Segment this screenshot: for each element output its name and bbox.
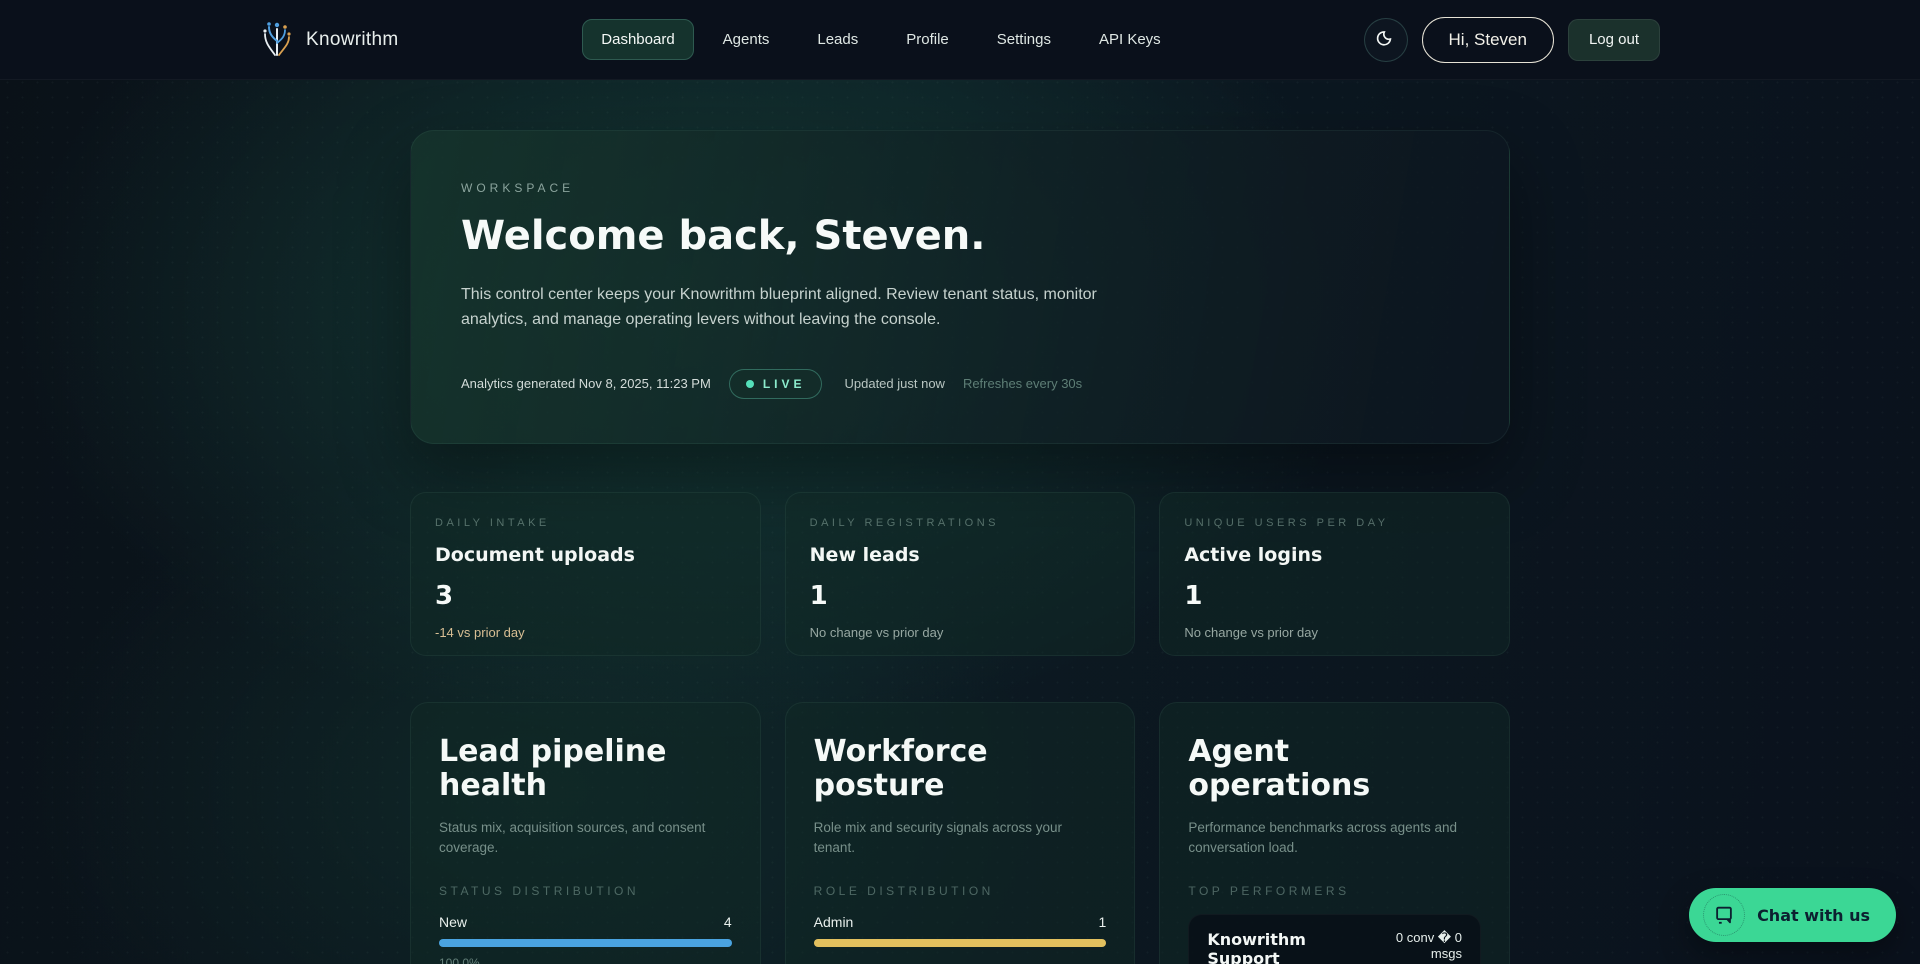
role-label: Admin xyxy=(814,914,854,930)
brand-name: Knowrithm xyxy=(306,29,398,51)
panel-title: Workforce posture xyxy=(814,735,1107,804)
stat-card-new-leads: DAILY REGISTRATIONS New leads 1 No chang… xyxy=(785,492,1136,656)
panel-title: Lead pipeline health xyxy=(439,735,732,804)
status-bar xyxy=(439,939,732,947)
nav-tab-profile[interactable]: Profile xyxy=(887,19,968,60)
moon-icon xyxy=(1375,27,1397,52)
welcome-description: This control center keeps your Knowrithm… xyxy=(461,283,1101,333)
stat-card-active-logins: UNIQUE USERS PER DAY Active logins 1 No … xyxy=(1159,492,1510,656)
nav-tab-leads[interactable]: Leads xyxy=(798,19,877,60)
role-value: 1 xyxy=(1099,914,1107,930)
stat-delta: -14 vs prior day xyxy=(435,625,736,640)
status-row: New 4 xyxy=(439,914,732,930)
performer-name: Knowrithm Support xyxy=(1207,930,1369,964)
stat-title: Active logins xyxy=(1184,544,1485,566)
stat-value: 1 xyxy=(1184,581,1485,611)
performer-stats: 0 conv � 0 msgs xyxy=(1369,930,1462,961)
chat-with-us-button[interactable]: Chat with us xyxy=(1689,888,1896,942)
nav-tab-agents[interactable]: Agents xyxy=(704,19,789,60)
status-value: 4 xyxy=(724,914,732,930)
nav-actions: Hi, Steven Log out xyxy=(1364,17,1660,63)
status-label: New xyxy=(439,914,467,930)
stat-cards-row: DAILY INTAKE Document uploads 3 -14 vs p… xyxy=(410,492,1510,656)
analytics-meta-row: Analytics generated Nov 8, 2025, 11:23 P… xyxy=(461,369,1459,399)
lead-pipeline-panel: Lead pipeline health Status mix, acquisi… xyxy=(410,702,761,964)
nav-tab-settings[interactable]: Settings xyxy=(978,19,1070,60)
workforce-posture-panel: Workforce posture Role mix and security … xyxy=(785,702,1136,964)
analytics-generated-text: Analytics generated Nov 8, 2025, 11:23 P… xyxy=(461,376,711,391)
knowrithm-logo-icon xyxy=(260,17,294,62)
stat-title: Document uploads xyxy=(435,544,736,566)
top-nav: Knowrithm Dashboard Agents Leads Profile… xyxy=(0,0,1920,80)
refresh-text: Refreshes every 30s xyxy=(963,376,1082,391)
stat-card-document-uploads: DAILY INTAKE Document uploads 3 -14 vs p… xyxy=(410,492,761,656)
stat-eyebrow: DAILY INTAKE xyxy=(435,517,736,529)
stat-value: 1 xyxy=(810,581,1111,611)
stat-title: New leads xyxy=(810,544,1111,566)
agent-operations-panel: Agent operations Performance benchmarks … xyxy=(1159,702,1510,964)
stat-eyebrow: DAILY REGISTRATIONS xyxy=(810,517,1111,529)
chat-label: Chat with us xyxy=(1757,906,1870,925)
live-status-badge: LIVE xyxy=(729,369,823,399)
role-distribution-heading: ROLE DISTRIBUTION xyxy=(814,884,1107,898)
stat-value: 3 xyxy=(435,581,736,611)
panel-title: Agent operations xyxy=(1188,735,1481,804)
panel-subtitle: Role mix and security signals across you… xyxy=(814,818,1107,859)
workspace-eyebrow: WORKSPACE xyxy=(461,181,1459,195)
chat-icon xyxy=(1703,894,1745,936)
page-title: Welcome back, Steven. xyxy=(461,213,1459,259)
brand: Knowrithm xyxy=(260,17,398,62)
panel-subtitle: Performance benchmarks across agents and… xyxy=(1188,818,1481,859)
role-row: Admin 1 xyxy=(814,914,1107,930)
stat-delta: No change vs prior day xyxy=(1184,625,1485,640)
nav-tab-api-keys[interactable]: API Keys xyxy=(1080,19,1180,60)
live-label: LIVE xyxy=(763,377,806,391)
top-performers-heading: TOP PERFORMERS xyxy=(1188,884,1481,898)
user-greeting-button[interactable]: Hi, Steven xyxy=(1422,17,1554,63)
stat-delta: No change vs prior day xyxy=(810,625,1111,640)
performer-card: Knowrithm Support Active 0 conv � 0 msgs… xyxy=(1188,914,1481,964)
logout-button[interactable]: Log out xyxy=(1568,19,1660,61)
stat-eyebrow: UNIQUE USERS PER DAY xyxy=(1184,517,1485,529)
role-bar xyxy=(814,939,1107,947)
nav-tabs: Dashboard Agents Leads Profile Settings … xyxy=(398,19,1363,60)
nav-tab-dashboard[interactable]: Dashboard xyxy=(582,19,693,60)
theme-toggle-button[interactable] xyxy=(1364,18,1408,62)
live-dot-icon xyxy=(746,380,754,388)
status-distribution-heading: STATUS DISTRIBUTION xyxy=(439,884,732,898)
welcome-card: WORKSPACE Welcome back, Steven. This con… xyxy=(410,130,1510,444)
detail-panels-row: Lead pipeline health Status mix, acquisi… xyxy=(410,702,1510,964)
updated-text: Updated just now xyxy=(844,376,944,391)
status-percent: 100.0% xyxy=(439,956,732,964)
panel-subtitle: Status mix, acquisition sources, and con… xyxy=(439,818,732,859)
